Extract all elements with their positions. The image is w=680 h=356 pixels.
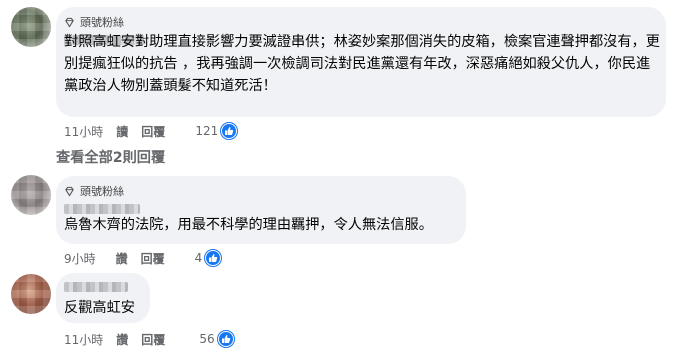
diamond-icon <box>65 17 74 27</box>
comment-time[interactable]: 11小時 <box>64 331 103 348</box>
comment-meta: 11小時 讀 回覆 121 <box>64 123 238 140</box>
comment-bubble: 頭號粉絲 烏魯木齊的法院，用最不科學的理由羈押，令人無法信服。 <box>56 176 466 244</box>
view-all-replies-link[interactable]: 查看全部2則回覆 <box>56 147 165 167</box>
reaction-count[interactable]: 4 <box>195 251 203 265</box>
reply-action[interactable]: 回覆 <box>141 123 165 140</box>
comment-text: 烏魯木齊的法院，用最不科學的理由羈押，令人無法信服。 <box>64 217 433 233</box>
comment-time[interactable]: 9小時 <box>64 250 96 267</box>
commenter-avatar[interactable] <box>11 274 51 314</box>
comment-meta: 9小時 讚 回覆 4 <box>64 250 222 267</box>
like-action[interactable]: 讚 <box>116 250 128 267</box>
commenter-avatar[interactable] <box>11 7 51 47</box>
comment-meta: 11小時 讚 回覆 56 <box>64 331 234 347</box>
commenter-avatar[interactable] <box>11 175 51 215</box>
commenter-name-blurred[interactable] <box>64 282 128 292</box>
like-action[interactable]: 讚 <box>116 331 128 348</box>
like-icon[interactable] <box>221 123 238 139</box>
reply-action[interactable]: 回覆 <box>141 250 165 267</box>
comment-time[interactable]: 11小時 <box>64 123 103 140</box>
comment-bubble: 反觀高虹安 <box>56 273 150 323</box>
top-fan-badge: 頭號粉絲 <box>64 14 124 30</box>
badge-label: 頭號粉絲 <box>80 185 124 198</box>
top-fan-badge: 頭號粉絲 <box>64 183 124 199</box>
reaction-count[interactable]: 121 <box>195 124 218 138</box>
comment-bubble: 頭號粉絲 對照高虹安對助理直接影響力要滅證串供；林姿妙案那個消失的皮箱，檢案官連… <box>56 7 666 117</box>
diamond-icon <box>65 186 74 196</box>
like-action[interactable]: 讀 <box>116 123 128 140</box>
like-icon[interactable] <box>217 331 234 347</box>
badge-label: 頭號粉絲 <box>80 16 124 29</box>
reply-action[interactable]: 回覆 <box>141 331 165 348</box>
comment-text: 反觀高虹安 <box>64 300 135 316</box>
comment-text: 對照高虹安對助理直接影響力要滅證串供；林姿妙案那個消失的皮箱，檢案官連聲押都沒有… <box>64 34 660 94</box>
reaction-count[interactable]: 56 <box>199 332 214 346</box>
commenter-name-blurred[interactable] <box>64 204 140 214</box>
like-icon[interactable] <box>205 250 222 266</box>
